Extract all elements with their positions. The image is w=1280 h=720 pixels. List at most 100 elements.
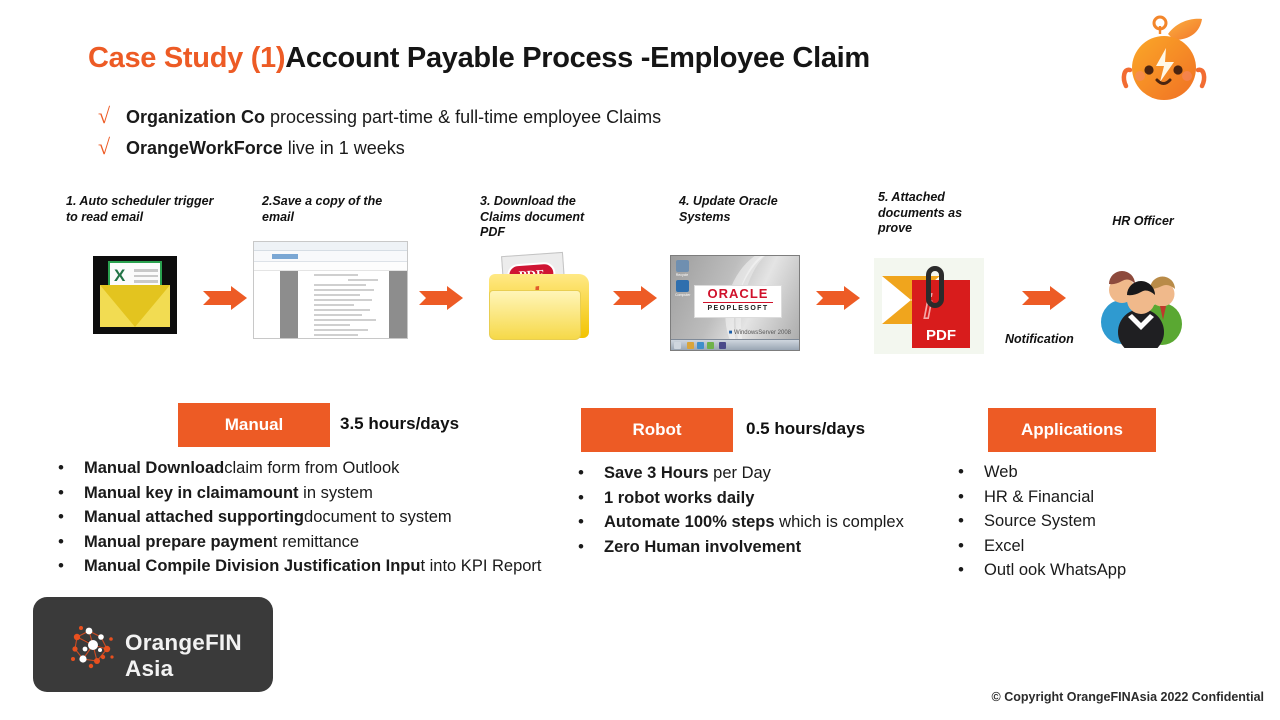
page-title-accent: Case Study (1) (88, 42, 286, 74)
list-item: • Outl ook WhatsApp (958, 558, 1218, 583)
flow-step-label-4: 4. Update Oracle Systems (679, 194, 778, 224)
manual-bullet-list: • Manual Downloadclaim form from Outlook … (58, 456, 568, 579)
list-item-rest: which is complex (774, 513, 904, 531)
bullet-dot-icon: • (958, 486, 964, 506)
flow-step-label-5: 5. Attached documents as prove (878, 190, 963, 235)
bullet-dot-icon: • (578, 463, 584, 482)
arrow-right-icon (419, 286, 463, 310)
list-item-text: Manual prepare payment remittance (84, 530, 359, 555)
list-item-text: Manual Compile Division Justification In… (84, 554, 542, 579)
process-flow: 1. Auto scheduler trigger to read email … (0, 186, 1280, 371)
page-title-main: Account Payable Process -Employee Claim (285, 42, 870, 74)
check-item-bold: OrangeWorkForce (126, 138, 283, 158)
list-item-rest: claim form from Outlook (224, 459, 400, 477)
check-item-bold: Organization Co (126, 107, 265, 127)
bullet-dot-icon: • (958, 535, 964, 555)
list-item-bold: Automate 100% steps (604, 513, 775, 531)
list-item-bold: Manual Download (84, 459, 225, 477)
arrow-right-icon (816, 286, 860, 310)
document-viewer-icon (253, 241, 408, 339)
bullet-dot-icon: • (578, 536, 584, 556)
list-item: • 1 robot works daily (578, 486, 908, 511)
list-item-text: Automate 100% steps which is complex (604, 510, 904, 535)
list-item-rest: in system (298, 483, 373, 502)
check-icon: √ (97, 103, 111, 128)
flow-step-label-2: 2.Save a copy of the email (262, 194, 383, 224)
bullet-dot-icon: • (578, 512, 584, 531)
list-item: • Manual Compile Division Justification I… (58, 554, 568, 579)
list-item: • HR & Financial (958, 485, 1218, 510)
arrow-right-icon (613, 286, 657, 310)
list-item-bold: Manual key in claimamount (84, 483, 299, 502)
list-item-text: Manual key in claimamount in system (84, 481, 373, 506)
list-item-text: Save 3 Hours per Day (604, 461, 771, 486)
flow-step-label-3: 3. Download the Claims document PDF (480, 194, 585, 239)
summary-check-list: √ Organization Co processing part-time &… (96, 102, 661, 164)
arrow-right-icon (1022, 286, 1066, 310)
footer-copyright: © Copyright OrangeFINAsia 2022 Confident… (991, 690, 1264, 704)
list-item: • Save 3 Hours per Day (578, 461, 908, 486)
check-icon: √ (97, 134, 111, 159)
list-item-bold: Zero Human involvement (604, 537, 802, 556)
list-item: • Manual Downloadclaim form from Outlook (58, 456, 568, 481)
list-item: • Zero Human involvement (578, 535, 908, 560)
bullet-dot-icon: • (58, 556, 64, 575)
pdf-attachment-icon: ⅈ PDF (874, 258, 984, 354)
orange-mascot-icon (1116, 12, 1212, 104)
logo-text: OrangeFIN Asia (125, 630, 242, 681)
list-item-bold: Manual attached supporting (84, 508, 305, 526)
list-item-bold: 1 robot works daily (604, 488, 755, 507)
flow-step-label-1: 1. Auto scheduler trigger to read email (66, 194, 214, 224)
bullet-dot-icon: • (58, 507, 64, 526)
check-item-rest: processing part-time & full-time employe… (265, 107, 662, 127)
oracle-peoplesoft-icon: Recycle Computer ORACLE PEOPLESOFT ■ Win… (670, 255, 800, 351)
list-item-rest: document to system (304, 508, 452, 526)
applications-bullet-list: • Web • HR & Financial • Source System • Exc… (958, 460, 1218, 583)
bullet-dot-icon: • (58, 531, 64, 551)
manual-heading: Manual (178, 403, 330, 447)
list-item-text: Manual Downloadclaim form from Outlook (84, 456, 399, 481)
check-list-item: √ Organization Co processing part-time &… (96, 102, 661, 133)
robot-panel-header: Robot (581, 408, 733, 452)
email-excel-icon: X (93, 256, 177, 334)
recipient-label: HR Officer (1112, 214, 1174, 228)
list-item-text: Source System (984, 512, 1096, 530)
robot-bullet-list: • Save 3 Hours per Day • 1 robot works dai… (578, 461, 908, 559)
check-list-item-text: Organization Co processing part-time & f… (126, 102, 661, 133)
list-item-text: Outl ook WhatsApp (984, 561, 1127, 579)
arrow-right-icon (203, 286, 247, 310)
list-item-bold: Manual prepare paymen (84, 532, 273, 551)
bullet-dot-icon: • (58, 458, 64, 477)
notification-label: Notification (1005, 332, 1074, 346)
list-item-bold: Manual Compile Division Justification In… (84, 557, 421, 575)
list-item-text: HR & Financial (984, 487, 1095, 506)
list-item-rest: per Day (708, 464, 771, 482)
list-item: • Web (958, 460, 1218, 485)
network-sphere-icon (67, 619, 119, 671)
check-list-item-text: OrangeWorkForce live in 1 weeks (126, 133, 405, 164)
list-item-rest: t into KPI Report (420, 557, 542, 575)
list-item-text: Excel (984, 536, 1025, 555)
list-item: • Manual prepare payment remittance (58, 530, 568, 555)
company-logo: OrangeFIN Asia (33, 597, 273, 692)
manual-hours: 3.5 hours/days (340, 414, 460, 433)
list-item-text: Zero Human involvement (604, 535, 801, 560)
list-item: • Automate 100% steps which is complex (578, 510, 908, 535)
applications-panel-header: Applications (988, 408, 1156, 452)
manual-panel-header: Manual (178, 403, 330, 447)
check-item-rest: live in 1 weeks (282, 138, 405, 158)
bullet-dot-icon: • (578, 487, 584, 507)
applications-heading: Applications (988, 408, 1156, 452)
list-item-text: Web (984, 463, 1018, 481)
robot-heading: Robot (581, 408, 733, 452)
list-item: • Manual key in claimamount in system (58, 481, 568, 506)
list-item: • Manual attached supportingdocument to s… (58, 505, 568, 530)
pdf-folder-icon: PDF ⅈ (483, 250, 595, 346)
list-item-text: Manual attached supportingdocument to sy… (84, 505, 452, 530)
list-item: • Source System (958, 509, 1218, 534)
list-item: • Excel (958, 534, 1218, 559)
check-list-item: √ OrangeWorkForce live in 1 weeks (96, 133, 661, 164)
robot-hours: 0.5 hours/days (746, 419, 866, 438)
list-item-bold: Save 3 Hours (604, 464, 709, 482)
bullet-dot-icon: • (958, 462, 964, 481)
